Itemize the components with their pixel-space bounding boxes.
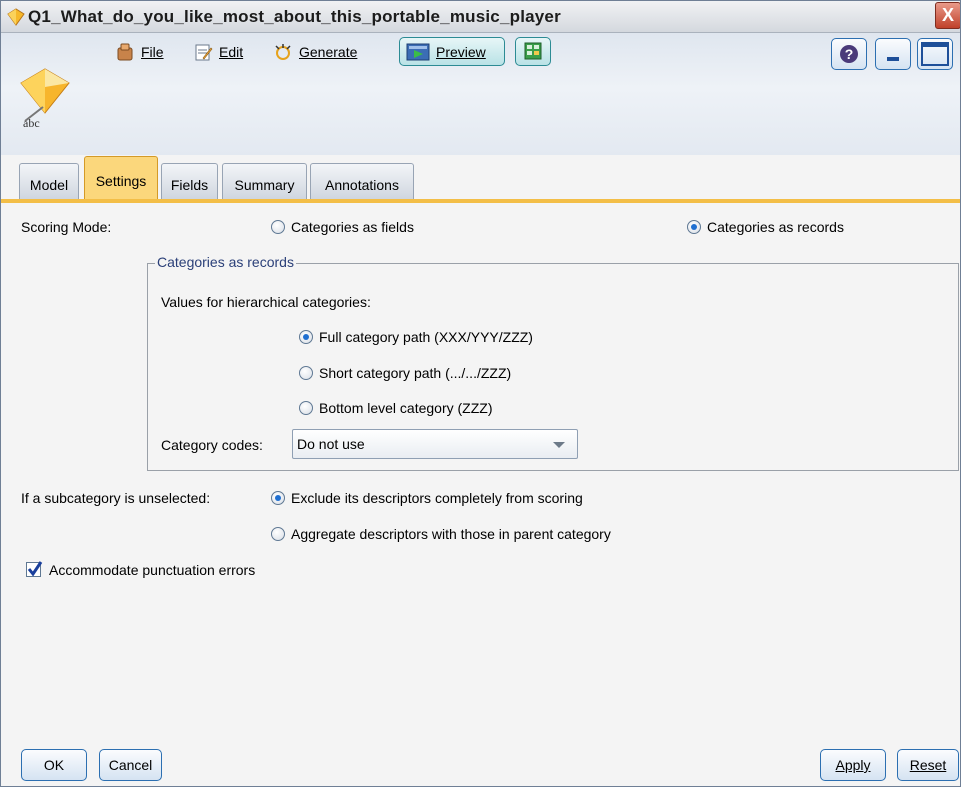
radio-label: Full category path (XXX/YYY/ZZZ) — [319, 329, 533, 345]
radio-icon — [271, 527, 285, 541]
tab-fields[interactable]: Fields — [161, 163, 218, 199]
radio-exclude-descriptors[interactable]: Exclude its descriptors completely from … — [271, 490, 583, 506]
header-toolbar: abc File Edit Generate Preview ? — [1, 33, 960, 155]
radio-label: Short category path (.../.../ZZZ) — [319, 365, 512, 381]
radio-label: Aggregate descriptors with those in pare… — [291, 526, 611, 542]
apply-button[interactable]: Apply — [820, 749, 886, 781]
radio-short-category-path[interactable]: Short category path (.../.../ZZZ) — [299, 365, 511, 381]
generate-menu-label: Generate — [299, 43, 358, 60]
subcategory-label: If a subcategory is unselected: — [21, 490, 211, 506]
check-icon — [27, 561, 43, 577]
radio-icon — [299, 366, 313, 380]
file-icon — [117, 43, 133, 60]
button-bar: OK Cancel Apply Reset — [1, 723, 960, 786]
help-icon: ? — [840, 45, 858, 63]
settings-panel: Scoring Mode: Categories as fields Categ… — [1, 203, 960, 723]
generate-icon — [275, 43, 291, 60]
cancel-button[interactable]: Cancel — [99, 749, 162, 781]
preview-icon — [406, 43, 430, 60]
ok-button[interactable]: OK — [21, 749, 87, 781]
reset-button[interactable]: Reset — [897, 749, 959, 781]
punctuation-label: Accommodate punctuation errors — [49, 562, 256, 578]
export-button[interactable] — [515, 37, 551, 66]
window-title: Q1_What_do_you_like_most_about_this_port… — [28, 7, 561, 26]
radio-selected-icon — [271, 491, 285, 505]
tab-model[interactable]: Model — [19, 163, 79, 199]
file-menu-label: File — [141, 43, 164, 60]
radio-selected-icon — [687, 220, 701, 234]
radio-label: Categories as records — [707, 219, 844, 235]
edit-menu[interactable]: Edit — [189, 38, 247, 65]
title-bar[interactable]: Q1_What_do_you_like_most_about_this_port… — [1, 1, 960, 33]
radio-label: Categories as fields — [291, 219, 414, 235]
preview-button[interactable]: Preview — [399, 37, 505, 66]
text-nugget-logo-icon: abc — [20, 68, 70, 130]
tab-summary[interactable]: Summary — [222, 163, 307, 199]
dialog-window: Q1_What_do_you_like_most_about_this_port… — [0, 0, 961, 787]
svg-text:?: ? — [845, 46, 854, 62]
punctuation-checkbox[interactable] — [26, 561, 43, 577]
tab-bar: Model Settings Fields Summary Annotation… — [1, 155, 960, 199]
radio-label: Bottom level category (ZZZ) — [319, 400, 493, 416]
svg-text:abc: abc — [23, 116, 40, 130]
radio-categories-as-records[interactable]: Categories as records — [687, 219, 844, 235]
tab-annotations[interactable]: Annotations — [310, 163, 414, 199]
nugget-icon — [7, 8, 25, 26]
preview-label: Preview — [436, 43, 486, 60]
radio-aggregate-descriptors[interactable]: Aggregate descriptors with those in pare… — [271, 526, 611, 542]
radio-label: Exclude its descriptors completely from … — [291, 490, 583, 506]
radio-bottom-level-category[interactable]: Bottom level category (ZZZ) — [299, 400, 493, 416]
group-title: Categories as records — [155, 254, 296, 270]
file-menu[interactable]: File — [111, 38, 168, 65]
edit-icon — [195, 44, 213, 60]
category-codes-value: Do not use — [297, 436, 365, 452]
edit-menu-label: Edit — [219, 43, 244, 60]
help-button[interactable]: ? — [831, 38, 867, 70]
radio-full-category-path[interactable]: Full category path (XXX/YYY/ZZZ) — [299, 329, 533, 345]
radio-categories-as-fields[interactable]: Categories as fields — [271, 219, 414, 235]
tab-settings[interactable]: Settings — [84, 156, 158, 199]
scoring-mode-label: Scoring Mode: — [21, 219, 112, 235]
radio-selected-icon — [299, 330, 313, 344]
table-export-icon — [524, 42, 542, 60]
category-codes-select[interactable]: Do not use — [292, 429, 578, 459]
hierarchy-label: Values for hierarchical categories: — [161, 294, 371, 310]
minimize-icon — [887, 57, 899, 61]
maximize-icon — [921, 42, 949, 66]
chevron-down-icon — [553, 442, 565, 448]
category-codes-label: Category codes: — [161, 437, 263, 453]
radio-icon — [299, 401, 313, 415]
radio-icon — [271, 220, 285, 234]
minimize-button[interactable] — [875, 38, 911, 70]
generate-menu[interactable]: Generate — [269, 38, 361, 65]
close-button[interactable]: X — [935, 2, 960, 29]
maximize-button[interactable] — [917, 38, 953, 70]
